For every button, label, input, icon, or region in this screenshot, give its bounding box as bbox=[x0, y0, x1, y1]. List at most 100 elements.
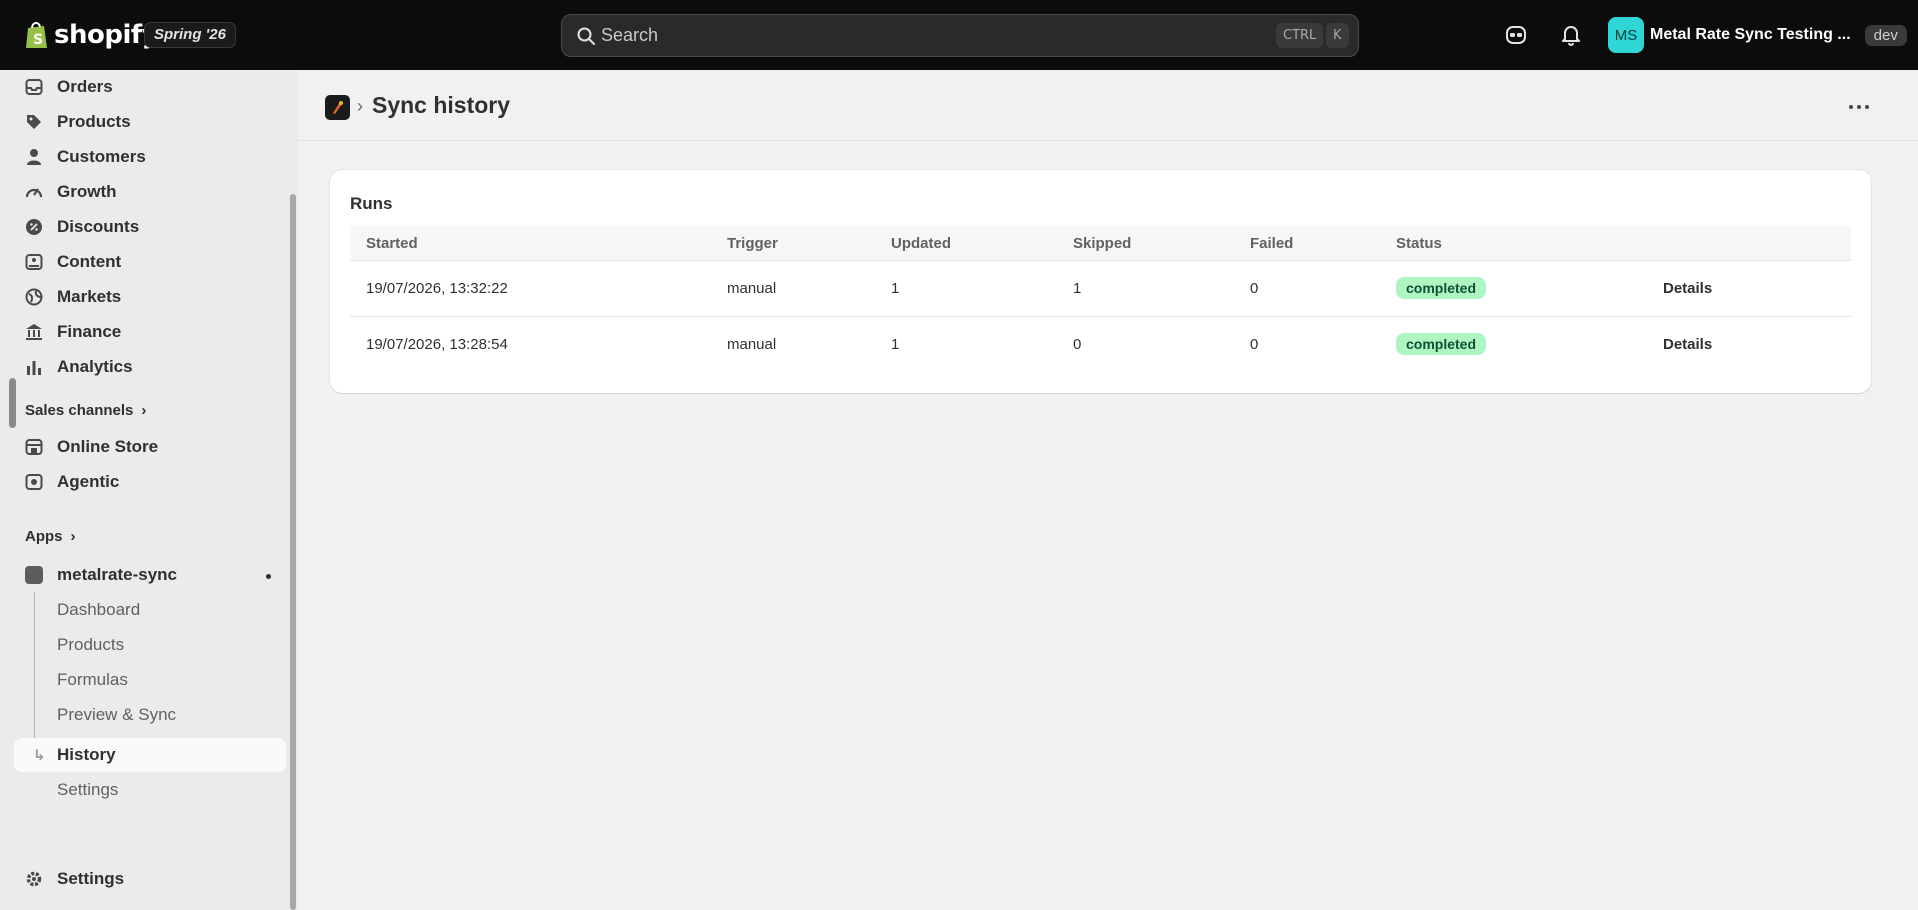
app-subitem-preview-sync[interactable]: Preview & Sync bbox=[14, 698, 286, 732]
main-content: › Sync history Runs Started Trigger Upda… bbox=[298, 70, 1918, 910]
column-header-status: Status bbox=[1396, 235, 1442, 252]
sidebar-item-discounts[interactable]: Discounts bbox=[14, 210, 286, 244]
column-header-updated: Updated bbox=[891, 235, 951, 252]
sidebar-item-online-store[interactable]: Online Store bbox=[14, 430, 286, 464]
details-link[interactable]: Details bbox=[1663, 280, 1712, 297]
sidebar-item-markets[interactable]: Markets bbox=[14, 280, 286, 314]
search-bar[interactable]: Search CTRL K bbox=[561, 14, 1359, 57]
image-icon bbox=[25, 254, 43, 270]
app-icon bbox=[25, 566, 43, 584]
column-header-failed: Failed bbox=[1250, 235, 1294, 252]
status-badge: completed bbox=[1396, 333, 1487, 355]
app-subitem-formulas[interactable]: Formulas bbox=[14, 663, 286, 697]
shortcut-ctrl-key: CTRL bbox=[1276, 23, 1324, 48]
gauge-icon bbox=[25, 188, 43, 198]
details-link[interactable]: Details bbox=[1663, 336, 1712, 353]
chevron-right-icon: › bbox=[70, 528, 76, 545]
sidebar-scrollbar[interactable] bbox=[290, 194, 296, 910]
sidebar-app-metalrate-sync[interactable]: metalrate-sync bbox=[14, 558, 286, 592]
inbox-icon bbox=[25, 79, 43, 95]
sidebar-item-label: Online Store bbox=[57, 437, 159, 456]
bank-icon bbox=[26, 324, 42, 340]
sidebar-item-label: Settings bbox=[57, 869, 125, 888]
sidebar-item-content[interactable]: Content bbox=[14, 245, 286, 279]
cell-failed: 0 bbox=[1250, 280, 1259, 297]
bar-chart-icon bbox=[27, 361, 41, 375]
notifications-icon[interactable] bbox=[1557, 21, 1585, 49]
logo-text: shopify bbox=[54, 20, 159, 50]
cell-updated: 1 bbox=[891, 280, 900, 297]
app-subitem-settings[interactable]: Settings bbox=[14, 773, 286, 807]
sidebar-item-finance[interactable]: Finance bbox=[14, 315, 286, 349]
cell-updated: 1 bbox=[891, 336, 900, 353]
app-badge-icon[interactable] bbox=[325, 95, 350, 120]
app-logo-icon bbox=[333, 101, 343, 114]
sidebar-item-label: Markets bbox=[57, 287, 122, 306]
sidekick-glasses-icon bbox=[1506, 26, 1526, 44]
store-name: Metal Rate Sync Testing ... bbox=[1650, 26, 1851, 43]
branch-arrow-icon: ↳ bbox=[33, 747, 46, 764]
search-input[interactable]: Search bbox=[601, 25, 658, 46]
sidebar: Orders Products Customers Growth Discoun… bbox=[0, 70, 298, 910]
table-header-row: Started Trigger Updated Skipped Failed S… bbox=[350, 226, 1851, 261]
dev-badge: dev bbox=[1864, 24, 1907, 46]
svg-text:S: S bbox=[33, 32, 43, 48]
subitem-label: Settings bbox=[57, 780, 119, 799]
sidebar-item-label: Finance bbox=[57, 322, 122, 341]
sales-channels-label: Sales channels bbox=[25, 402, 134, 419]
column-header-trigger: Trigger bbox=[727, 235, 778, 252]
sidebar-item-label: Analytics bbox=[57, 357, 133, 376]
apps-label: Apps bbox=[25, 528, 63, 545]
sidebar-item-products[interactable]: Products bbox=[14, 105, 286, 139]
shopify-logo[interactable]: S shopify bbox=[24, 16, 159, 54]
subitem-label: Formulas bbox=[57, 670, 128, 689]
table-row: 19/07/2026, 13:32:22 manual 1 1 0 comple… bbox=[350, 261, 1851, 317]
subitem-label: History bbox=[57, 745, 116, 764]
release-badge[interactable]: Spring '26 bbox=[144, 22, 236, 48]
sidebar-item-customers[interactable]: Customers bbox=[14, 140, 286, 174]
sidebar-scroll-thumb[interactable] bbox=[9, 378, 16, 428]
store-icon bbox=[25, 439, 43, 455]
cell-started: 19/07/2026, 13:32:22 bbox=[366, 280, 508, 297]
column-header-skipped: Skipped bbox=[1073, 235, 1132, 252]
sidebar-item-analytics[interactable]: Analytics bbox=[14, 350, 286, 384]
more-actions-button[interactable] bbox=[1844, 92, 1874, 122]
runs-card: Runs Started Trigger Updated Skipped Fai… bbox=[330, 170, 1871, 393]
subitem-label: Dashboard bbox=[57, 600, 141, 619]
app-subitem-dashboard[interactable]: Dashboard bbox=[14, 593, 286, 627]
status-badge: completed bbox=[1396, 277, 1487, 299]
sidebar-item-label: Agentic bbox=[57, 472, 120, 491]
sidebar-item-orders[interactable]: Orders bbox=[14, 70, 286, 104]
column-header-started: Started bbox=[366, 235, 418, 252]
app-subitem-history[interactable]: ↳ History bbox=[14, 738, 286, 772]
sales-channels-heading[interactable]: Sales channels › bbox=[25, 402, 146, 419]
app-name: metalrate-sync bbox=[57, 565, 178, 584]
sidebar-item-label: Customers bbox=[57, 147, 146, 166]
subitem-label: Products bbox=[57, 635, 125, 654]
bell-icon bbox=[1562, 26, 1580, 46]
sidekick-icon[interactable] bbox=[1502, 21, 1530, 49]
subitem-label: Preview & Sync bbox=[57, 705, 177, 724]
card-title: Runs bbox=[350, 194, 393, 213]
app-subitem-products[interactable]: Products bbox=[14, 628, 286, 662]
ellipsis-icon bbox=[1849, 105, 1869, 109]
cell-started: 19/07/2026, 13:28:54 bbox=[366, 336, 508, 353]
shortcut-k-key: K bbox=[1326, 23, 1349, 48]
robot-icon bbox=[25, 474, 43, 490]
sidebar-item-label: Growth bbox=[57, 182, 117, 201]
globe-icon bbox=[25, 288, 43, 306]
page-title: Sync history bbox=[372, 92, 511, 118]
chevron-right-icon: › bbox=[141, 402, 147, 419]
shopify-bag-icon: S bbox=[26, 22, 47, 48]
app-status-dot bbox=[266, 574, 271, 579]
sidebar-item-label: Orders bbox=[57, 77, 113, 96]
store-switcher[interactable]: MS Metal Rate Sync Testing ... dev bbox=[1608, 17, 1907, 53]
sidebar-item-settings[interactable]: Settings bbox=[14, 862, 286, 896]
sidebar-item-growth[interactable]: Growth bbox=[14, 175, 286, 209]
table-row: 19/07/2026, 13:28:54 manual 1 0 0 comple… bbox=[350, 317, 1851, 373]
apps-heading[interactable]: Apps › bbox=[25, 528, 76, 545]
store-avatar: MS bbox=[1608, 17, 1644, 53]
search-icon bbox=[577, 27, 595, 45]
breadcrumb-chevron-icon: › bbox=[357, 96, 363, 116]
sidebar-item-agentic[interactable]: Agentic bbox=[14, 465, 286, 499]
